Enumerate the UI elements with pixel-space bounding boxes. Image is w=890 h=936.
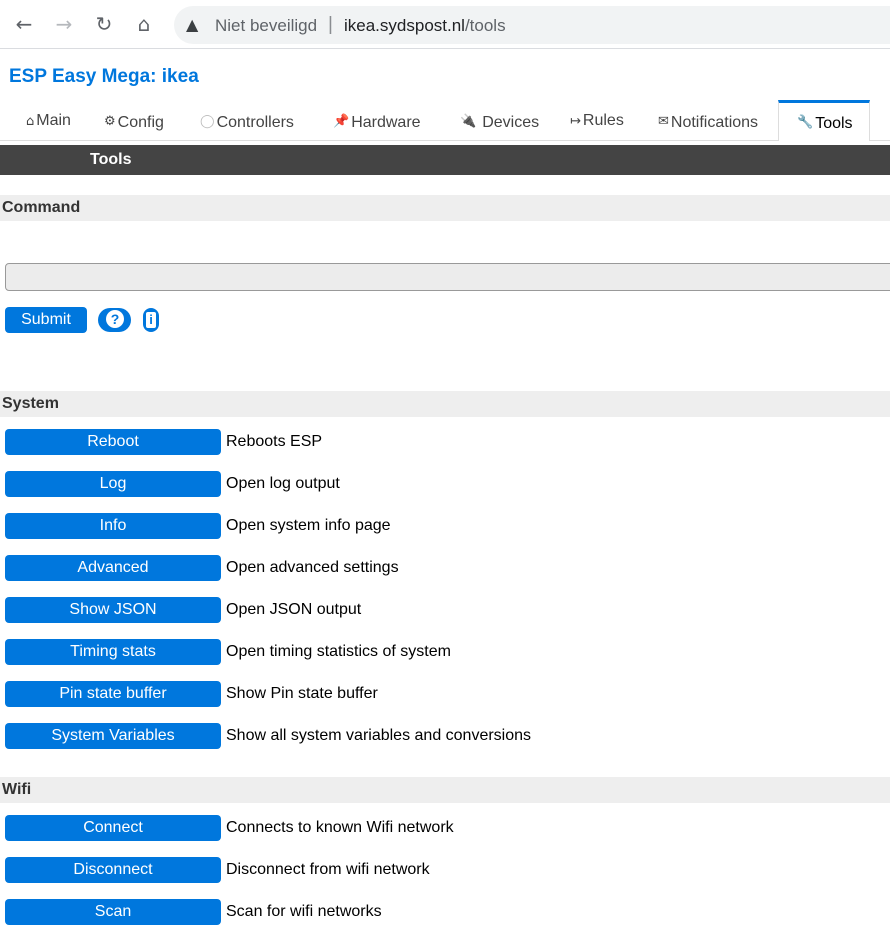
list-item: Connect Connects to known Wifi network (0, 815, 890, 841)
pin-state-buffer-button[interactable]: Pin state buffer (5, 681, 221, 707)
home-icon[interactable]: ⌂ (130, 10, 158, 38)
page-header-bar: Tools (0, 145, 890, 175)
button-description: Open JSON output (226, 601, 362, 618)
browser-toolbar: ← → ↻ ⌂ ▲ Niet beveiligd | ikea.sydspost… (0, 0, 890, 49)
page-title: Tools (90, 151, 132, 168)
wrench-icon: 🔧 (797, 115, 814, 130)
section-wifi: Wifi (0, 777, 890, 803)
list-item: Show JSON Open JSON output (0, 597, 890, 623)
system-variables-button[interactable]: System Variables (5, 723, 221, 749)
list-item: Reboot Reboots ESP (0, 429, 890, 455)
button-description: Open log output (226, 475, 340, 492)
button-description: Disconnect from wifi network (226, 861, 430, 878)
tab-notifications[interactable]: ✉ Notifications (658, 100, 758, 140)
list-item: Info Open system info page (0, 513, 890, 539)
gear-icon: ⚙ (104, 114, 116, 129)
pushpin-icon: 📌 (333, 114, 350, 129)
button-description: Show Pin state buffer (226, 685, 378, 702)
help-button[interactable]: ? (98, 308, 131, 332)
info-button[interactable]: i (143, 308, 159, 332)
button-description: Open advanced settings (226, 559, 399, 576)
submit-button[interactable]: Submit (5, 307, 87, 333)
list-item: Pin state buffer Show Pin state buffer (0, 681, 890, 707)
info-icon: i (146, 312, 156, 328)
list-item: Advanced Open advanced settings (0, 555, 890, 581)
section-title: Command (2, 199, 81, 216)
list-item: Disconnect Disconnect from wifi network (0, 857, 890, 883)
section-title: Wifi (2, 781, 32, 798)
url-text[interactable]: ikea.sydspost.nl/tools (344, 16, 506, 36)
back-icon[interactable]: ← (10, 10, 38, 38)
list-item: Scan Scan for wifi networks (0, 899, 890, 925)
tab-label: Controllers (216, 114, 294, 131)
question-icon: ? (106, 310, 124, 328)
show-json-button[interactable]: Show JSON (5, 597, 221, 623)
reload-icon[interactable]: ↻ (90, 10, 118, 38)
tab-label: Hardware (351, 114, 421, 131)
speech-bubble-icon: ◯ (200, 114, 215, 129)
home-icon: ⌂ (26, 114, 35, 129)
button-description: Open system info page (226, 517, 391, 534)
command-input[interactable] (5, 263, 890, 291)
warning-icon[interactable]: ▲ (186, 15, 198, 34)
timing-stats-button[interactable]: Timing stats (5, 639, 221, 665)
tab-hardware[interactable]: 📌 Hardware (333, 100, 421, 140)
section-system: System (0, 391, 890, 417)
address-bar[interactable]: ▲ Niet beveiligd | ikea.sydspost.nl/tool… (174, 6, 890, 44)
tab-main[interactable]: ⌂ Main (26, 100, 71, 140)
advanced-button[interactable]: Advanced (5, 555, 221, 581)
tab-label: Tools (815, 115, 853, 132)
tab-devices[interactable]: 🔌 Devices (460, 100, 539, 140)
reboot-button[interactable]: Reboot (5, 429, 221, 455)
button-description: Scan for wifi networks (226, 903, 382, 920)
button-description: Connects to known Wifi network (226, 819, 454, 836)
app-title: ESP Easy Mega: ikea (9, 66, 199, 87)
info-page-button[interactable]: Info (5, 513, 221, 539)
list-item: Timing stats Open timing statistics of sy… (0, 639, 890, 665)
tab-label: Main (36, 112, 71, 129)
log-button[interactable]: Log (5, 471, 221, 497)
scan-button[interactable]: Scan (5, 899, 221, 925)
list-item: Log Open log output (0, 471, 890, 497)
tab-controllers[interactable]: ◯ Controllers (200, 100, 294, 140)
tab-config[interactable]: ⚙ Config (104, 100, 164, 140)
list-item: System Variables Show all system variable… (0, 723, 890, 749)
envelope-icon: ✉ (658, 114, 669, 129)
button-description: Show all system variables and conversion… (226, 727, 532, 744)
plug-icon: 🔌 (460, 114, 477, 129)
security-label[interactable]: Niet beveiligd (215, 16, 317, 36)
tab-label: Config (117, 114, 164, 131)
arrow-icon: ↦ (570, 114, 581, 129)
button-description: Reboots ESP (226, 433, 323, 450)
tab-label: Rules (582, 112, 624, 129)
url-separator: | (328, 14, 333, 35)
disconnect-button[interactable]: Disconnect (5, 857, 221, 883)
tab-rules[interactable]: ↦ Rules (570, 100, 624, 140)
section-title: System (2, 395, 59, 412)
section-command: Command (0, 195, 890, 221)
connect-button[interactable]: Connect (5, 815, 221, 841)
tab-tools[interactable]: 🔧 Tools (778, 100, 870, 141)
button-description: Open timing statistics of system (226, 643, 451, 660)
url-path: /tools (464, 16, 506, 35)
tab-label: Devices (482, 114, 540, 131)
tab-label: Notifications (670, 114, 759, 131)
main-menu: ⌂ Main ⚙ Config ◯ Controllers 📌 Hardware 🔌 De… (0, 100, 890, 141)
url-host: ikea.sydspost.nl (344, 16, 465, 35)
forward-icon[interactable]: → (50, 10, 78, 38)
